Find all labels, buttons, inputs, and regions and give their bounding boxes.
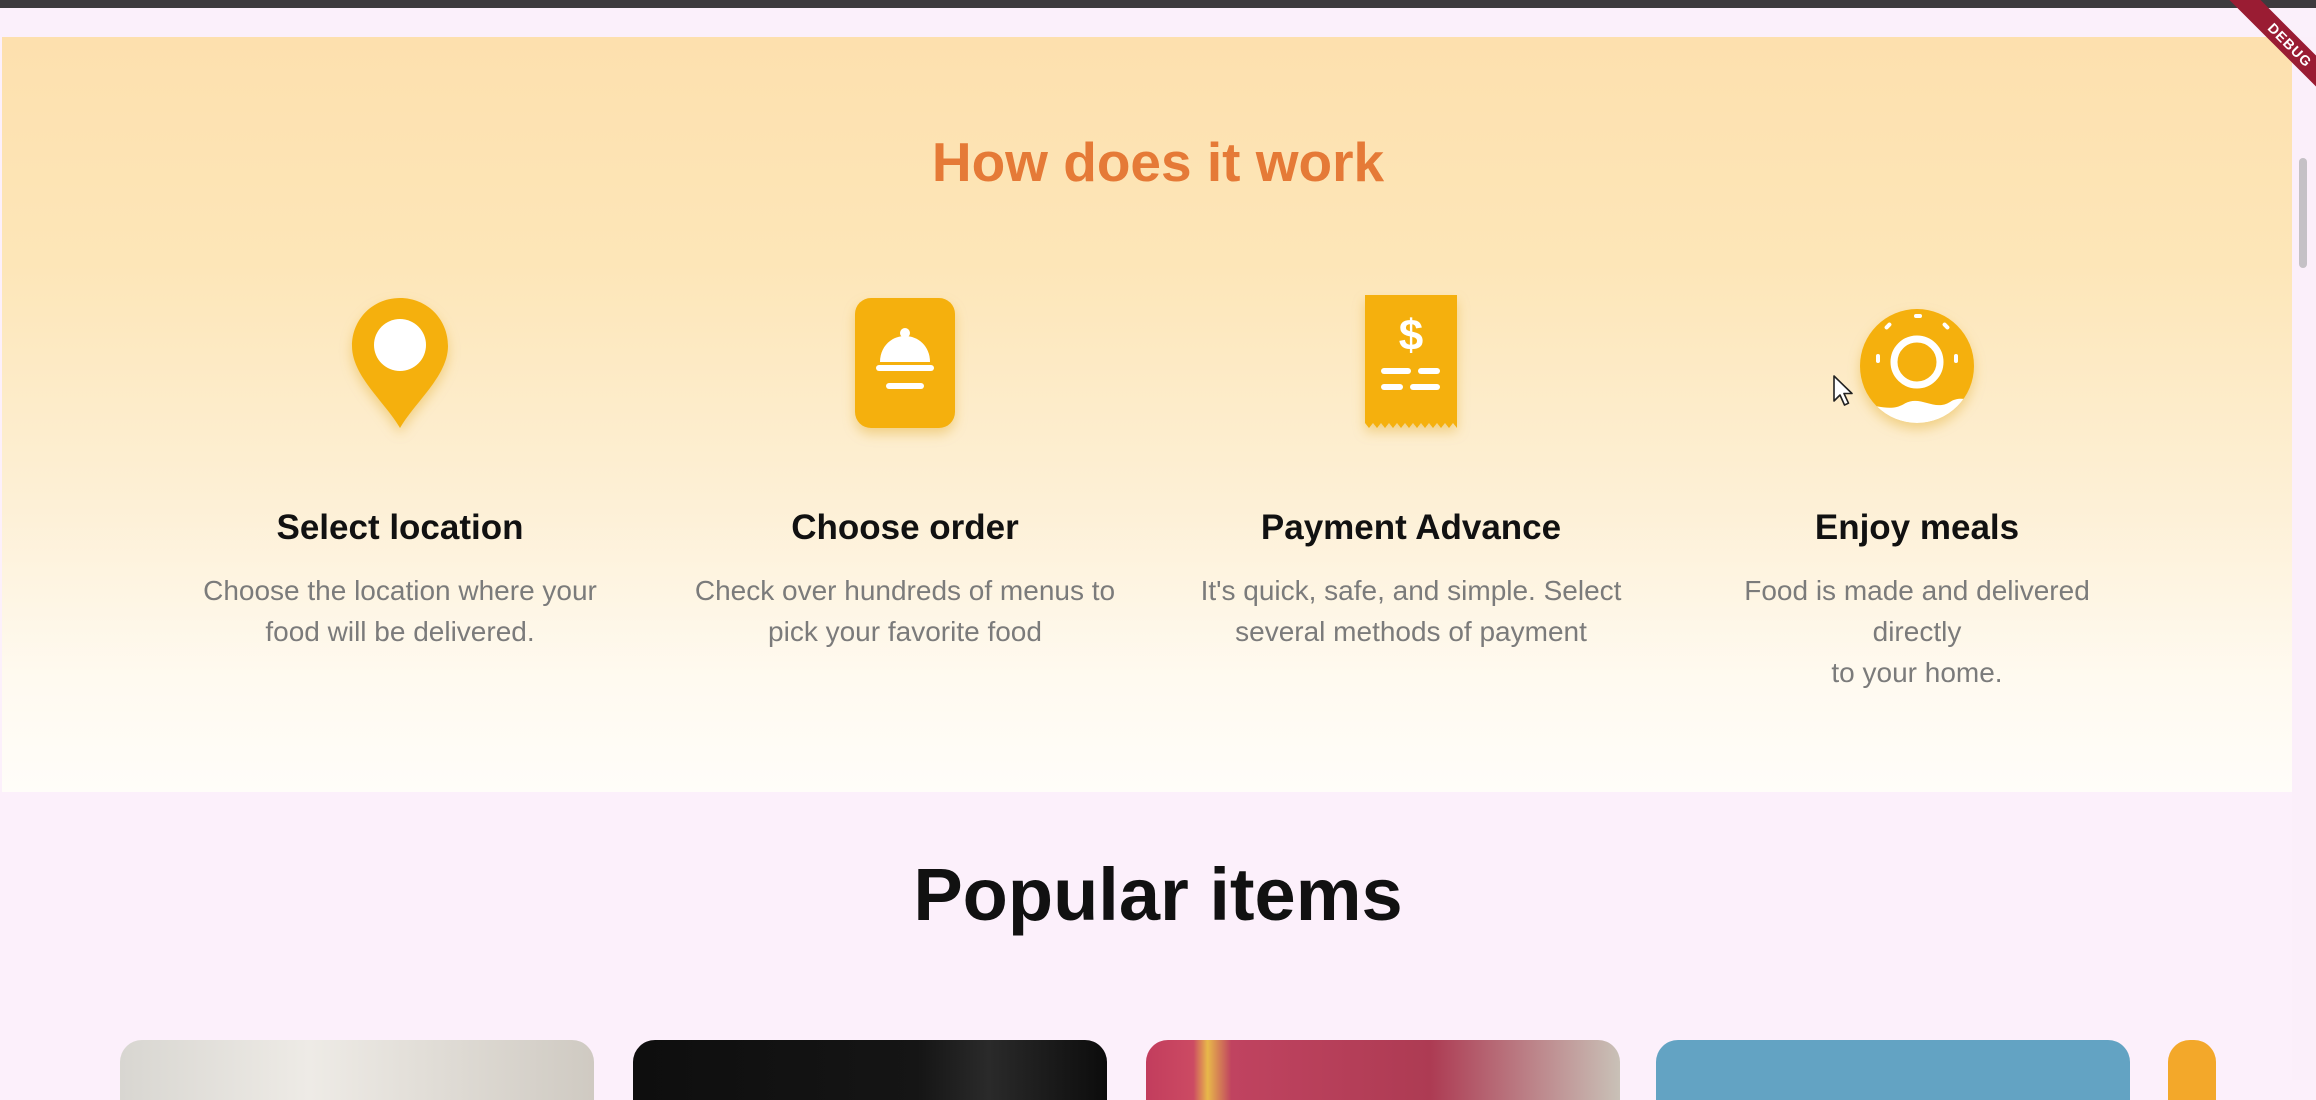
debug-label: DEBUG <box>2204 0 2316 131</box>
popular-item-card[interactable] <box>120 1040 594 1100</box>
how-it-works-title: How does it work <box>931 131 1385 193</box>
popular-item-card[interactable] <box>2168 1040 2216 1100</box>
step-title: Select location <box>276 508 524 547</box>
debug-banner: DEBUG <box>2180 0 2316 136</box>
mouse-cursor-icon <box>1833 375 1853 406</box>
svg-text:$: $ <box>1399 311 1423 360</box>
window-top-bar <box>0 0 2316 8</box>
step-title: Enjoy meals <box>1814 508 2020 547</box>
scrollbar-thumb[interactable] <box>2299 158 2307 268</box>
page-top-strip <box>0 8 2316 37</box>
popular-item-card[interactable] <box>1656 1040 2130 1100</box>
location-pin-icon <box>325 290 475 450</box>
step-description: It's quick, safe, and simple. Select sev… <box>1200 575 1622 647</box>
donut-icon <box>1842 290 1992 450</box>
step-choose-order: Choose order Check over hundreds of menu… <box>685 290 1125 652</box>
cloche-order-icon <box>830 290 980 450</box>
step-title: Choose order <box>791 508 1019 547</box>
popular-items-title: Popular items <box>913 853 1403 936</box>
step-enjoy-meals: Enjoy meals Food is made and delivered d… <box>1697 290 2137 693</box>
step-description: Food is made and delivered directly to y… <box>1744 575 2090 688</box>
popular-item-card[interactable] <box>633 1040 1107 1100</box>
popular-item-card[interactable] <box>1146 1040 1620 1100</box>
step-select-location: Select location Choose the location wher… <box>180 290 620 652</box>
step-payment-advance: $ Payment Advance It's quick, safe, and … <box>1191 290 1631 652</box>
step-description: Choose the location where your food will… <box>203 575 597 647</box>
receipt-dollar-icon: $ <box>1336 290 1486 450</box>
step-title: Payment Advance <box>1260 508 1562 547</box>
step-description: Check over hundreds of menus to pick you… <box>694 575 1116 647</box>
